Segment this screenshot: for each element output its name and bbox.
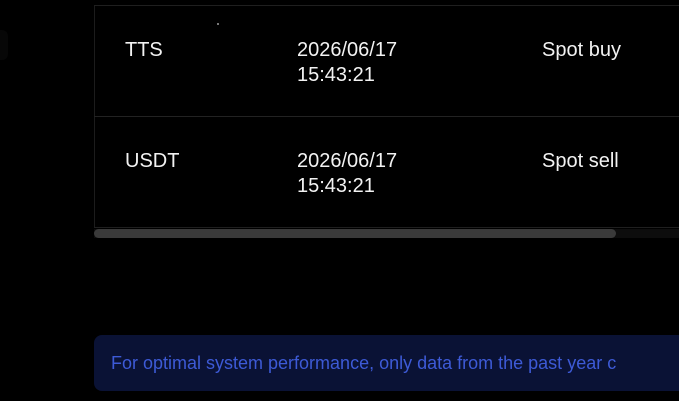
table-divider [94,227,679,228]
coin-cell: TTS [125,39,163,61]
page: TTS 2026/06/17 15:43:21 Spot buy USDT 20… [0,0,679,401]
info-banner-text: For optimal system performance, only dat… [111,353,617,373]
time-cell: 2026/06/17 15:43:21 [297,150,398,197]
side-panel-edge [0,30,8,60]
type-cell: Spot sell [542,150,619,172]
type-cell: Spot buy [542,39,621,61]
table-row[interactable]: USDT 2026/06/17 15:43:21 Spot sell [94,117,679,227]
records-table: TTS 2026/06/17 15:43:21 Spot buy USDT 20… [94,0,679,240]
scrollbar-thumb[interactable] [94,229,616,238]
coin-cell: USDT [125,150,180,172]
horizontal-scrollbar[interactable] [94,229,679,238]
time-cell: 2026/06/17 15:43:21 [297,39,398,86]
table-row[interactable]: TTS 2026/06/17 15:43:21 Spot buy [94,6,679,116]
info-banner: For optimal system performance, only dat… [94,335,679,391]
